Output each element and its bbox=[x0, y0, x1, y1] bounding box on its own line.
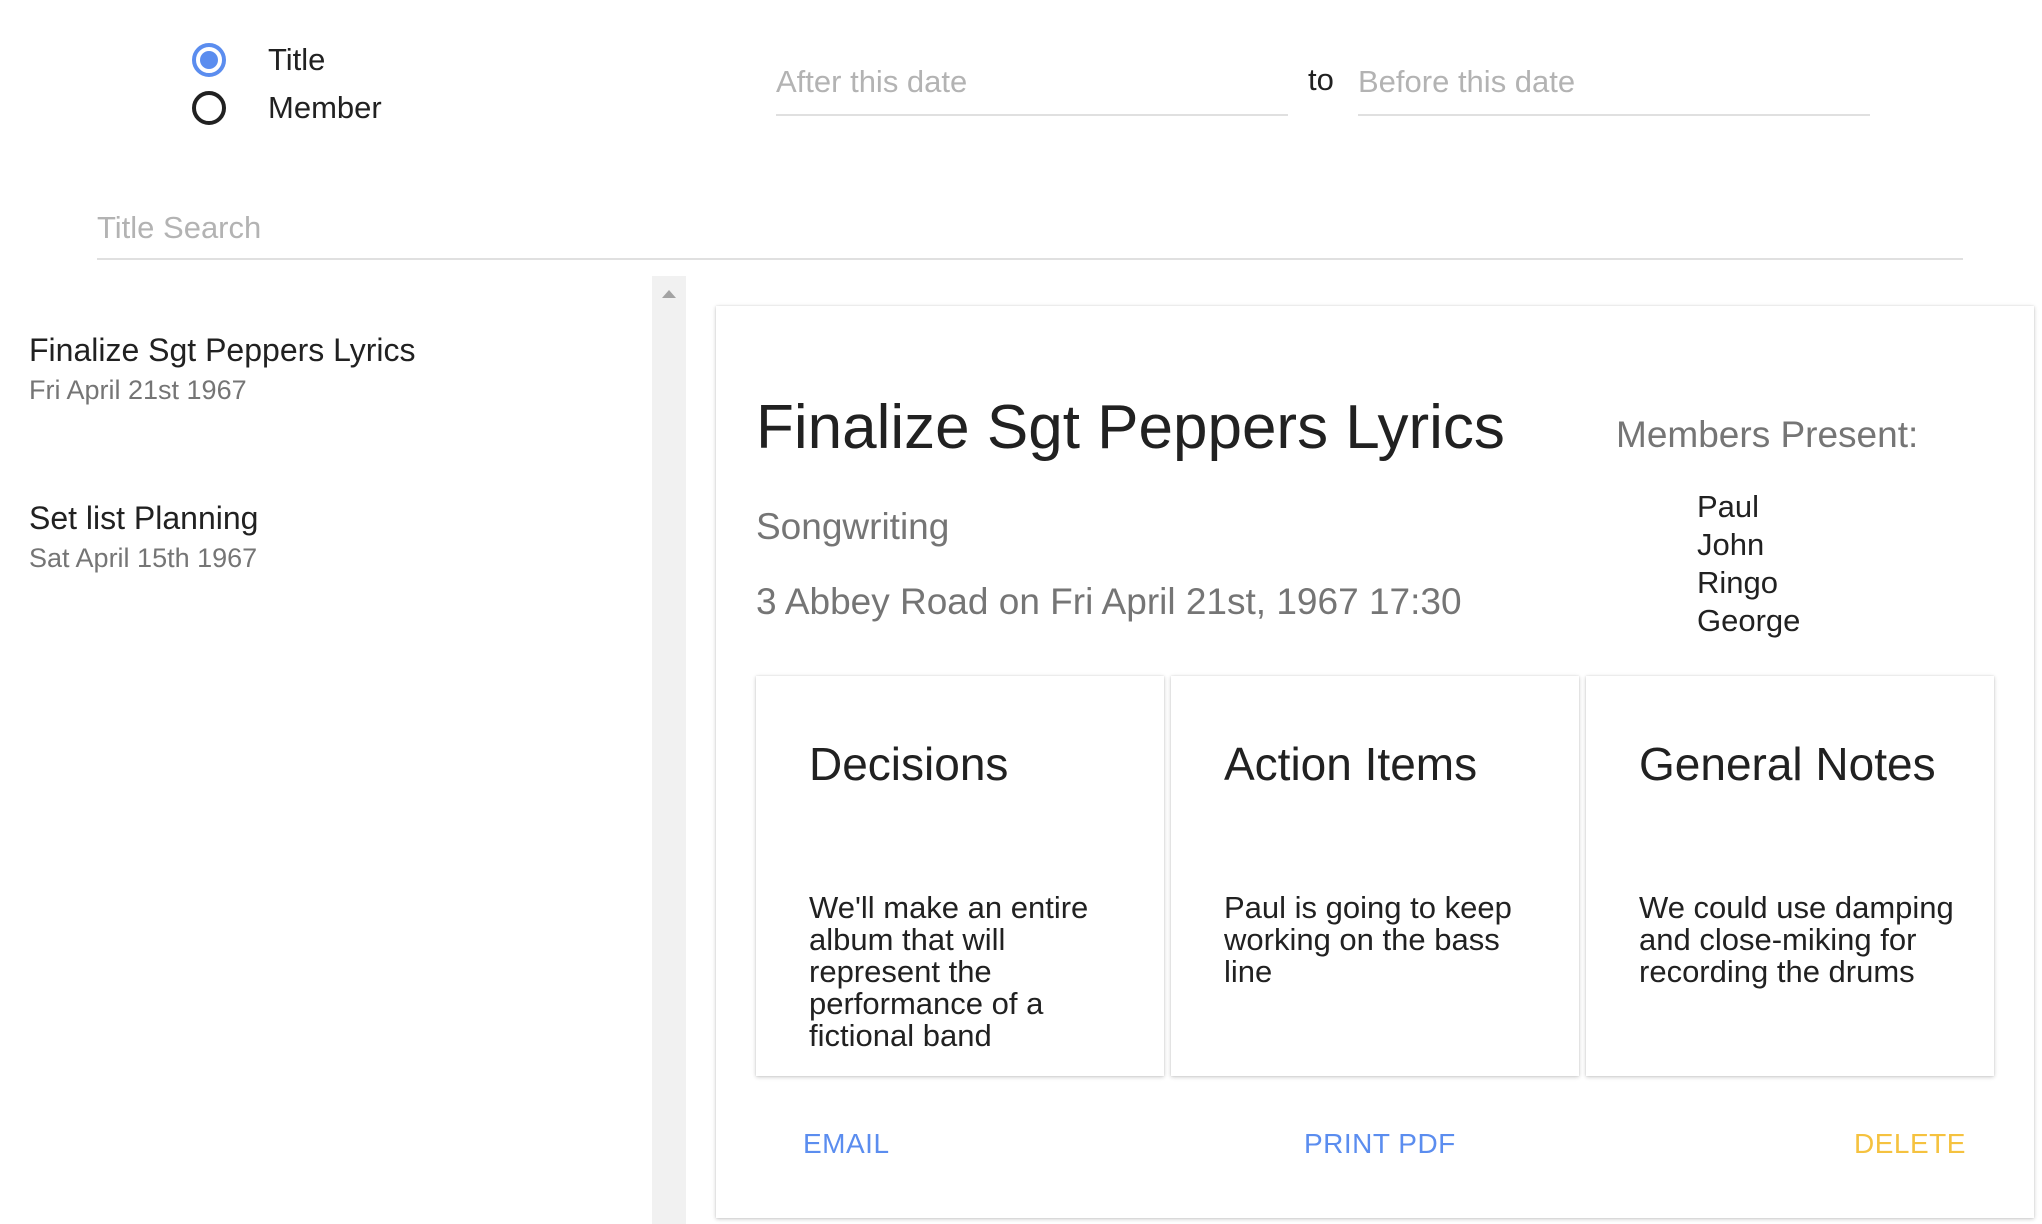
scroll-up-arrow-icon[interactable] bbox=[662, 290, 676, 298]
member-name: Ringo bbox=[1697, 565, 1778, 600]
meeting-item-date: Fri April 21st 1967 bbox=[29, 375, 247, 405]
radio-label-member: Member bbox=[268, 90, 382, 125]
note-card-body: Paul is going to keep working on the bas… bbox=[1224, 890, 1512, 989]
title-search-input[interactable] bbox=[97, 202, 1963, 254]
note-card-heading: Action Items bbox=[1224, 738, 1478, 790]
radio-option-title[interactable]: Title bbox=[192, 36, 382, 84]
after-date-input[interactable] bbox=[776, 56, 1288, 108]
meeting-list-item[interactable]: Set list Planning Sat April 15th 1967 bbox=[0, 468, 640, 596]
meeting-item-title: Set list Planning bbox=[29, 500, 259, 536]
date-range-separator: to bbox=[1308, 62, 1334, 97]
title-search-field bbox=[97, 202, 1963, 260]
member-name: John bbox=[1697, 527, 1765, 562]
radio-checked-icon[interactable] bbox=[192, 43, 226, 77]
meeting-list-item[interactable]: Finalize Sgt Peppers Lyrics Fri April 21… bbox=[0, 300, 640, 428]
before-date-field bbox=[1358, 56, 1870, 116]
decisions-card: Decisions We'll make an entire album tha… bbox=[756, 676, 1164, 1076]
members-list: Paul John Ringo George bbox=[1697, 488, 1800, 640]
note-card-heading: General Notes bbox=[1639, 738, 1936, 790]
member-name: George bbox=[1697, 603, 1801, 638]
radio-dot-icon bbox=[200, 51, 218, 69]
radio-unchecked-icon[interactable] bbox=[192, 91, 226, 125]
note-card-body: We'll make an entire album that will rep… bbox=[809, 890, 1089, 1053]
meeting-list: Finalize Sgt Peppers Lyrics Fri April 21… bbox=[0, 300, 640, 596]
meeting-detail-title: Finalize Sgt Peppers Lyrics bbox=[756, 393, 1505, 462]
delete-button[interactable]: DELETE bbox=[1854, 1120, 1966, 1168]
meeting-category: Songwriting bbox=[756, 506, 950, 547]
meeting-item-date: Sat April 15th 1967 bbox=[29, 543, 258, 573]
after-date-field bbox=[776, 56, 1288, 116]
meeting-detail-card: Finalize Sgt Peppers Lyrics Songwriting … bbox=[716, 306, 2034, 1218]
before-date-input[interactable] bbox=[1358, 56, 1870, 108]
card-actions: EMAIL PRINT PDF DELETE bbox=[716, 1120, 2034, 1180]
meeting-item-title: Finalize Sgt Peppers Lyrics bbox=[29, 332, 416, 368]
email-button[interactable]: EMAIL bbox=[803, 1120, 890, 1168]
notes-row: Decisions We'll make an entire album tha… bbox=[756, 676, 1994, 1076]
meeting-location-time: 3 Abbey Road on Fri April 21st, 1967 17:… bbox=[756, 581, 1462, 622]
action-items-card: Action Items Paul is going to keep worki… bbox=[1171, 676, 1579, 1076]
search-mode-radio-group: Title Member bbox=[192, 36, 382, 132]
list-scrollbar[interactable] bbox=[652, 276, 686, 1224]
general-notes-card: General Notes We could use damping and c… bbox=[1586, 676, 1994, 1076]
radio-option-member[interactable]: Member bbox=[192, 84, 382, 132]
members-present-heading: Members Present: bbox=[1616, 414, 1919, 455]
radio-label-title: Title bbox=[268, 42, 326, 77]
note-card-body: We could use damping and close-miking fo… bbox=[1639, 890, 1954, 989]
member-name: Paul bbox=[1697, 489, 1760, 524]
print-pdf-button[interactable]: PRINT PDF bbox=[1304, 1120, 1456, 1168]
note-card-heading: Decisions bbox=[809, 738, 1009, 790]
